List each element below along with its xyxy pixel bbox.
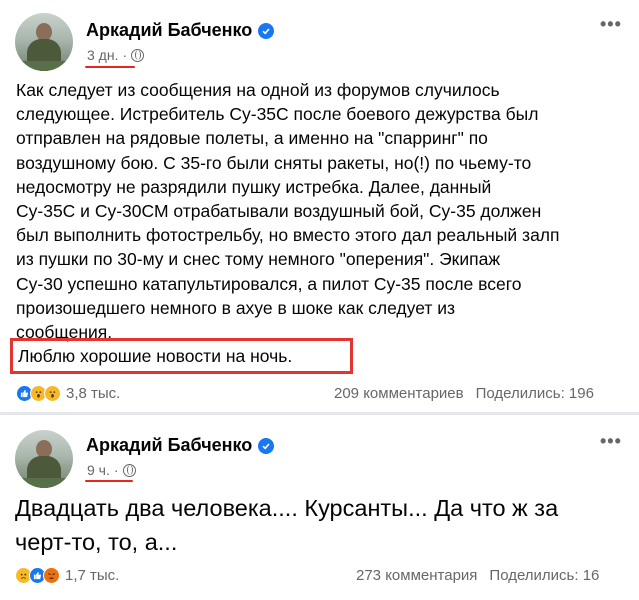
post-body-line: отправлен на рядовые полеты, а именно на…: [16, 128, 488, 149]
avatar-ground: [15, 61, 73, 71]
comments-count[interactable]: 209 комментариев: [334, 385, 464, 402]
post-body-line: недосмотру не разрядили пушку истребка. …: [16, 176, 492, 197]
verified-badge-icon: [258, 22, 275, 39]
wow-reaction-icon: [44, 385, 61, 402]
post-body-line: Су-30 успешно катапультировался, а пилот…: [16, 273, 522, 294]
verified-badge-icon: [258, 437, 275, 454]
post-body-line: из пушки по 30-му и снес тому немного "о…: [16, 249, 501, 270]
post-timestamp[interactable]: 3 дн.: [87, 47, 118, 63]
globe-icon: [122, 463, 136, 477]
post-body-line: Двадцать два человека.... Курсанты... Да…: [15, 495, 559, 521]
post-timestamp[interactable]: 9 ч.: [87, 462, 110, 478]
post-1: Аркадий Бабченко 3 дн. · ••• Как следует…: [0, 0, 639, 410]
post-body-line: Как следует из сообщения на одной из фор…: [16, 80, 500, 100]
reactions-count[interactable]: 3,8 тыс.: [66, 385, 120, 402]
meta-separator: ·: [113, 462, 119, 478]
post-body: Двадцать два человека.... Курсанты... Да…: [15, 491, 558, 559]
reaction-icons: [15, 567, 60, 584]
author-avatar[interactable]: [15, 13, 73, 71]
avatar-ground: [15, 478, 73, 488]
post-body-line: Су-35С и Су-30СМ отрабатывали воздушный …: [16, 201, 542, 222]
post-body-line: был выполнить фотострельбу, но вместо эт…: [16, 225, 560, 246]
post-2: Аркадий Бабченко 9 ч. · ••• Двадцать два…: [0, 415, 639, 600]
post-meta: 9 ч. ·: [87, 462, 136, 478]
author-avatar[interactable]: [15, 430, 73, 488]
post-meta: 3 дн. ·: [87, 47, 145, 63]
post-body-line: произошедшего немного в ахуе в шоке как …: [16, 297, 456, 318]
post-stats: 209 комментариев Поделились: 196: [334, 385, 594, 402]
author-name-row: Аркадий Бабченко: [86, 435, 275, 456]
timestamp-red-underline: [85, 66, 135, 68]
reactions-summary[interactable]: 1,7 тыс.: [15, 567, 119, 584]
author-name[interactable]: Аркадий Бабченко: [86, 20, 252, 41]
timestamp-red-underline: [85, 480, 133, 482]
more-options-icon[interactable]: •••: [600, 14, 622, 35]
post-body: Как следует из сообщения на одной из фор…: [16, 78, 560, 344]
reactions-count[interactable]: 1,7 тыс.: [65, 567, 119, 584]
shares-count[interactable]: Поделились: 196: [476, 385, 594, 402]
author-name[interactable]: Аркадий Бабченко: [86, 435, 252, 456]
meta-separator: ·: [122, 47, 128, 63]
shares-count[interactable]: Поделились: 16: [489, 567, 599, 584]
post-body-line: воздушному бою. С 35-го были сняты ракет…: [16, 152, 532, 173]
reaction-icons: [16, 385, 61, 402]
reactions-summary[interactable]: 3,8 тыс.: [16, 385, 120, 402]
more-options-icon[interactable]: •••: [600, 431, 622, 452]
post-stats: 273 комментария Поделились: 16: [356, 567, 599, 584]
post-body-line: черт-то, то, а...: [15, 529, 178, 555]
highlighted-line: Люблю хорошие новости на ночь.: [18, 346, 293, 366]
globe-icon: [131, 48, 145, 62]
highlight-text: Люблю хорошие новости на ночь.: [18, 344, 292, 368]
author-name-row: Аркадий Бабченко: [86, 20, 275, 41]
comments-count[interactable]: 273 комментария: [356, 567, 477, 584]
angry-reaction-icon: [43, 567, 60, 584]
post-body-line: следующее. Истребитель Су-35С после боев…: [16, 104, 539, 125]
